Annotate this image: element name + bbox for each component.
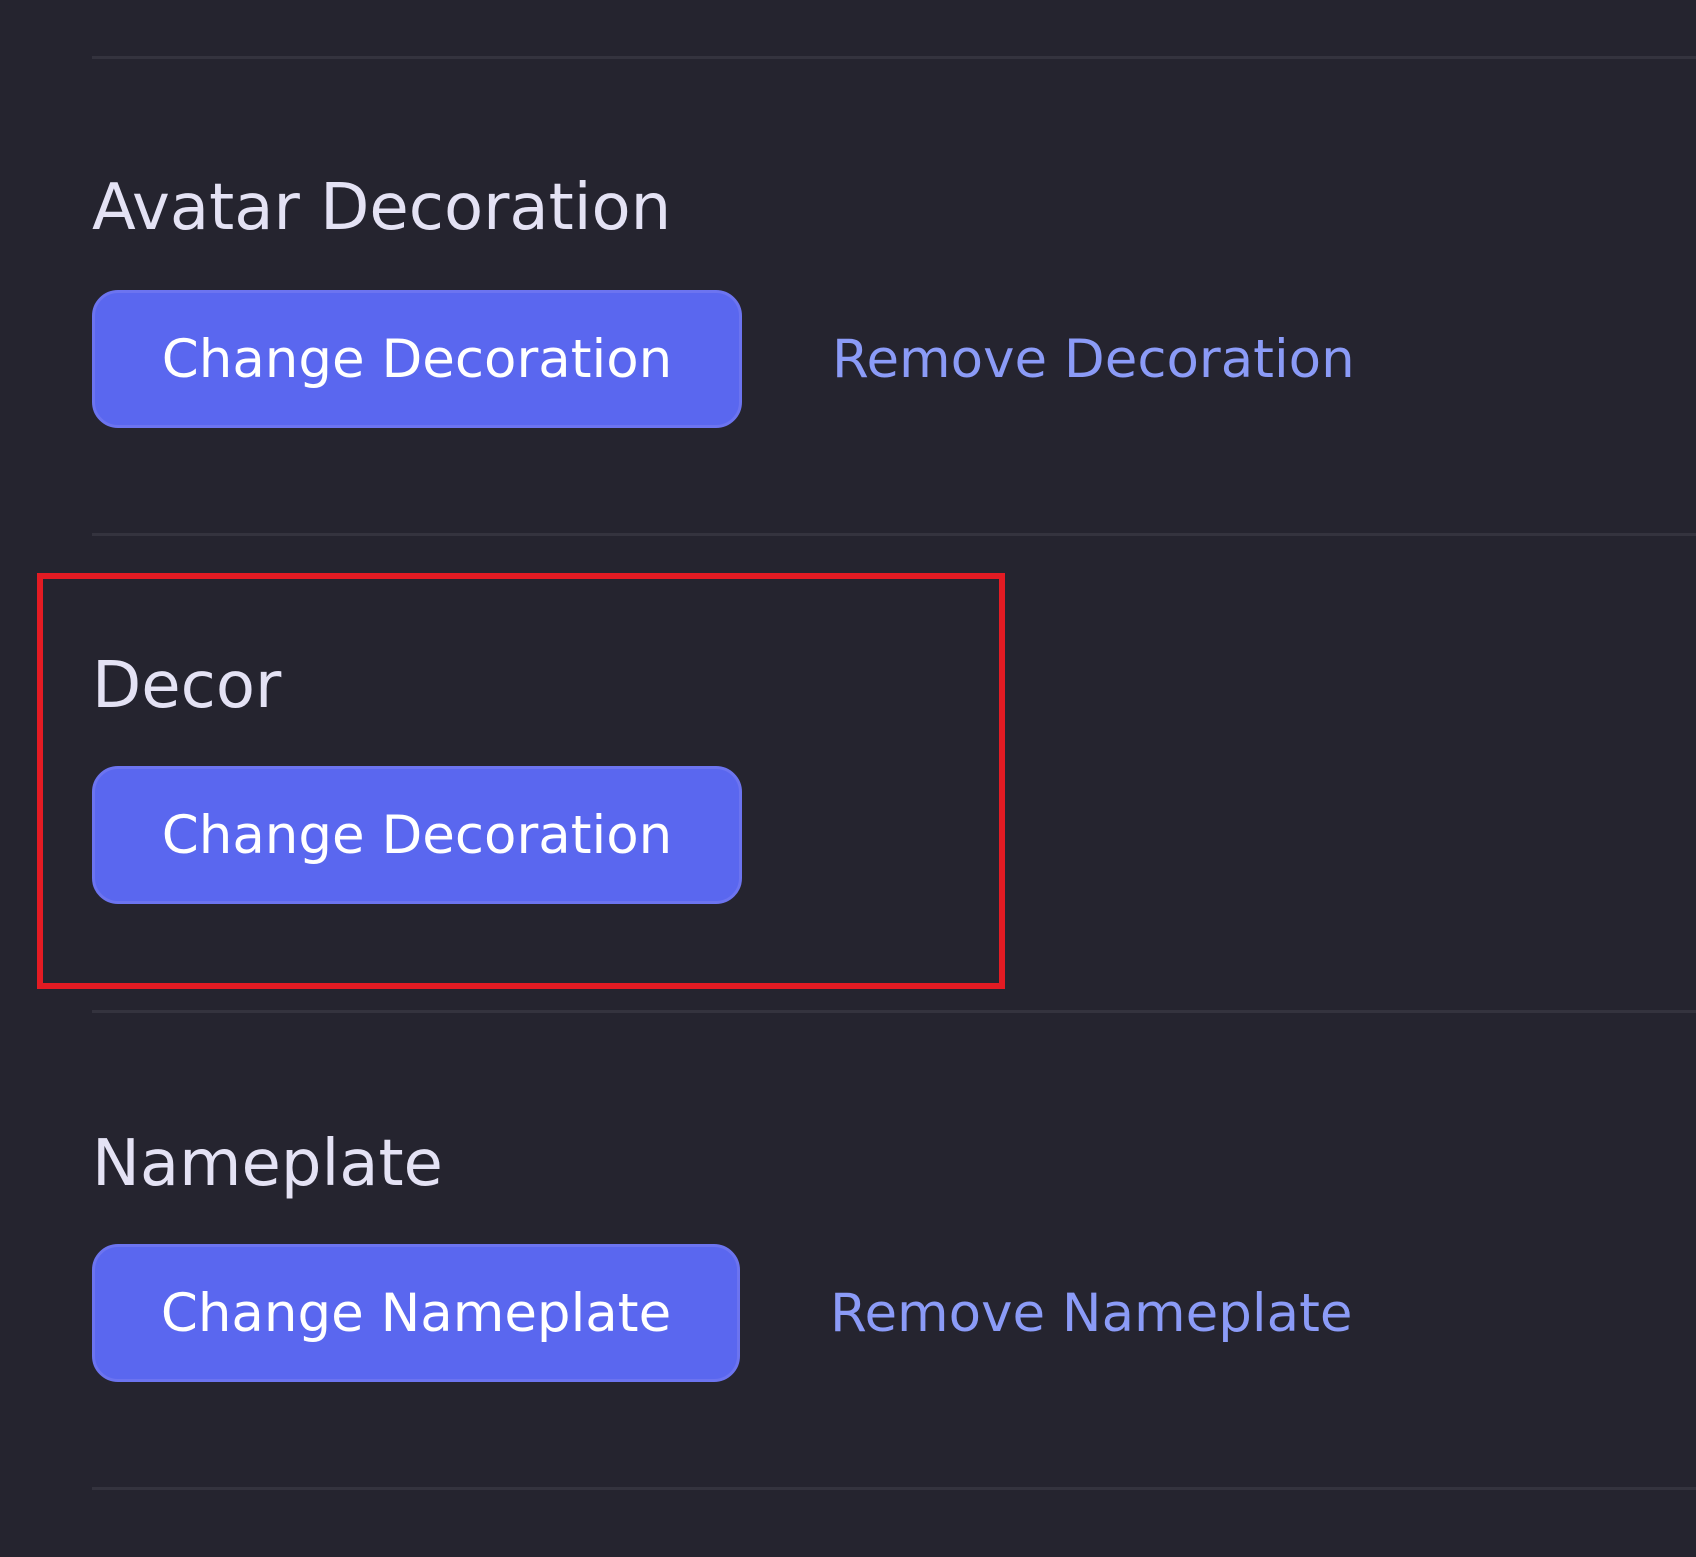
avatar-decoration-divider bbox=[92, 533, 1696, 536]
decor-title: Decor bbox=[92, 649, 282, 723]
bottom-divider bbox=[92, 1487, 1696, 1490]
nameplate-title: Nameplate bbox=[92, 1127, 443, 1201]
change-nameplate-button[interactable]: Change Nameplate bbox=[92, 1244, 740, 1382]
change-avatar-decoration-button[interactable]: Change Decoration bbox=[92, 290, 742, 428]
top-divider bbox=[92, 56, 1696, 59]
decor-divider bbox=[92, 1010, 1696, 1013]
remove-nameplate-button[interactable]: Remove Nameplate bbox=[830, 1244, 1353, 1382]
remove-avatar-decoration-button[interactable]: Remove Decoration bbox=[832, 290, 1355, 428]
avatar-decoration-title: Avatar Decoration bbox=[92, 171, 672, 245]
change-decor-decoration-button[interactable]: Change Decoration bbox=[92, 766, 742, 904]
